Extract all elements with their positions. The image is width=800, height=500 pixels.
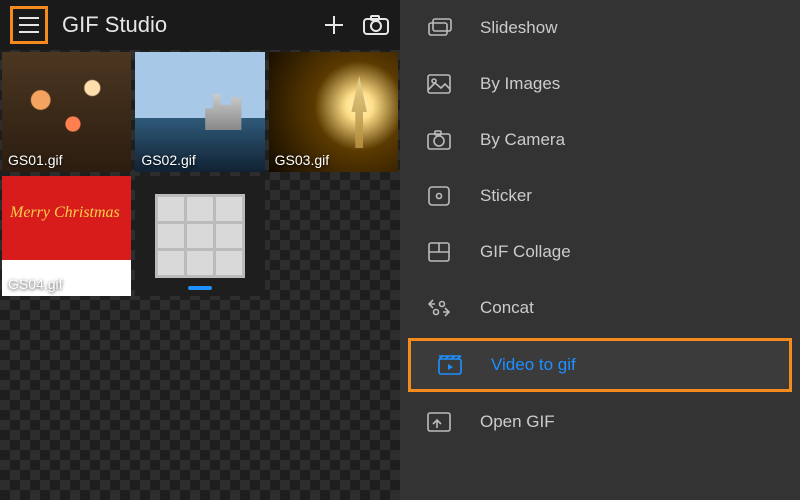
thumbnail[interactable]: GS01.gif xyxy=(2,52,131,172)
app-title: GIF Studio xyxy=(62,12,306,38)
menu-item-gif-collage[interactable]: GIF Collage xyxy=(400,224,800,280)
thumbnail-filename: GS02.gif xyxy=(141,152,195,168)
video-icon xyxy=(437,354,463,376)
thumbnail-overlay-text: Merry Christmas xyxy=(10,204,120,222)
menu-item-label: Open GIF xyxy=(480,412,555,432)
create-menu-panel: Slideshow By Images By Camera Sticker GI… xyxy=(400,0,800,500)
progress-indicator xyxy=(188,286,212,290)
plus-icon xyxy=(322,13,346,37)
menu-item-label: By Camera xyxy=(480,130,565,150)
menu-item-label: GIF Collage xyxy=(480,242,571,262)
menu-item-label: By Images xyxy=(480,74,560,94)
sticker-icon xyxy=(426,185,452,207)
highlighted-menu-item: Video to gif xyxy=(408,338,792,392)
open-icon xyxy=(426,411,452,433)
app-header: GIF Studio xyxy=(0,0,400,50)
menu-item-slideshow[interactable]: Slideshow xyxy=(400,0,800,56)
thumbnail[interactable]: GS02.gif xyxy=(135,52,264,172)
menu-item-label: Video to gif xyxy=(491,355,576,375)
camera-button[interactable] xyxy=(362,11,390,39)
hamburger-icon xyxy=(18,16,40,34)
slideshow-icon xyxy=(426,17,452,39)
thumbnail-grid: GS01.gif GS02.gif GS03.gif Merry Christm… xyxy=(0,50,400,500)
thumbnail-filename: GS03.gif xyxy=(275,152,329,168)
add-button[interactable] xyxy=(320,11,348,39)
camera-icon xyxy=(426,129,452,151)
thumbnail-filename: GS01.gif xyxy=(8,152,62,168)
concat-icon xyxy=(426,297,452,319)
menu-item-sticker[interactable]: Sticker xyxy=(400,168,800,224)
menu-item-label: Concat xyxy=(480,298,534,318)
menu-item-concat[interactable]: Concat xyxy=(400,280,800,336)
thumbnail-filename: GS04.gif xyxy=(8,276,62,292)
menu-item-video-to-gif[interactable]: Video to gif xyxy=(411,341,789,389)
menu-item-label: Sticker xyxy=(480,186,532,206)
hamburger-menu-button[interactable] xyxy=(10,6,48,44)
menu-item-label: Slideshow xyxy=(480,18,558,38)
thumbnail-image xyxy=(135,176,264,296)
thumbnail[interactable] xyxy=(135,176,264,296)
camera-icon xyxy=(363,14,389,36)
collage-icon xyxy=(426,241,452,263)
menu-item-open-gif[interactable]: Open GIF xyxy=(400,394,800,450)
images-icon xyxy=(426,73,452,95)
thumbnail[interactable]: GS03.gif xyxy=(269,52,398,172)
menu-item-by-images[interactable]: By Images xyxy=(400,56,800,112)
collage-preview-icon xyxy=(155,194,246,278)
menu-item-by-camera[interactable]: By Camera xyxy=(400,112,800,168)
gallery-panel: GIF Studio GS01.gif GS02.gif GS03.gif xyxy=(0,0,400,500)
thumbnail[interactable]: Merry Christmas GS04.gif xyxy=(2,176,131,296)
